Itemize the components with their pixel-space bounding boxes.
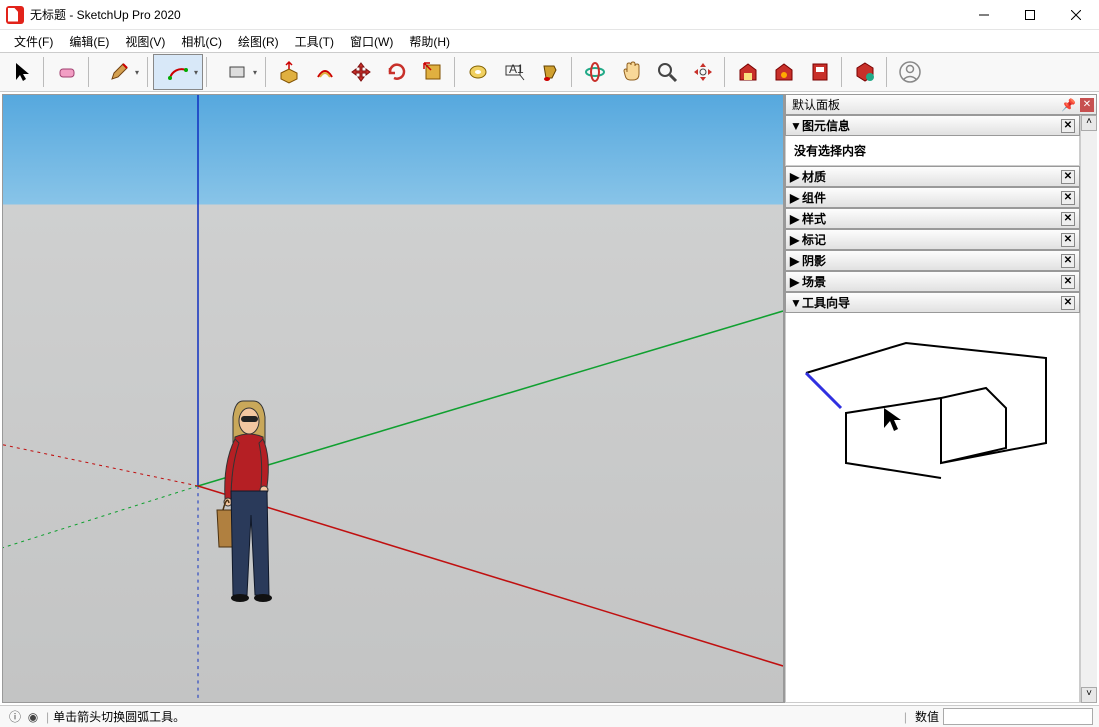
section-close-button[interactable]: ✕	[1061, 275, 1075, 289]
section-scenes[interactable]: ▶场景✕	[785, 271, 1080, 292]
app-icon	[6, 6, 24, 24]
section-materials[interactable]: ▶材质✕	[785, 166, 1080, 187]
zoom-tool[interactable]	[649, 54, 685, 90]
user-account-tool[interactable]	[892, 54, 928, 90]
pin-icon[interactable]: 📌	[1061, 98, 1076, 112]
offset-tool[interactable]	[307, 54, 343, 90]
text-tool[interactable]: A1	[496, 54, 532, 90]
paint-tool[interactable]	[532, 54, 568, 90]
section-label: 图元信息	[802, 117, 850, 134]
status-hint: 单击箭头切换圆弧工具。	[53, 708, 185, 725]
maximize-button[interactable]	[1007, 0, 1053, 30]
scroll-down-button[interactable]: ˅	[1081, 687, 1097, 703]
tray-close-button[interactable]: ✕	[1080, 98, 1094, 112]
section-tags[interactable]: ▶标记✕	[785, 229, 1080, 250]
entity-info-body: 没有选择内容	[785, 136, 1080, 166]
menubar: 文件(F) 编辑(E) 视图(V) 相机(C) 绘图(R) 工具(T) 窗口(W…	[0, 30, 1099, 52]
window-title: 无标题 - SketchUp Pro 2020	[30, 6, 181, 23]
extension-manager-tool[interactable]	[847, 54, 883, 90]
move-tool[interactable]	[343, 54, 379, 90]
pan-tool[interactable]	[613, 54, 649, 90]
extension-warehouse-tool[interactable]	[766, 54, 802, 90]
main-area: 默认面板 📌 ✕ ▼ 图元信息 ✕ 没有选择内容 ▶材质✕	[0, 92, 1099, 705]
expand-icon: ▼	[790, 119, 802, 133]
menu-help[interactable]: 帮助(H)	[401, 31, 458, 52]
section-styles[interactable]: ▶样式✕	[785, 208, 1080, 229]
arc-tool[interactable]	[153, 54, 203, 90]
rotate-tool[interactable]	[379, 54, 415, 90]
section-close-button[interactable]: ✕	[1061, 119, 1075, 133]
select-tool[interactable]	[4, 54, 40, 90]
geo-icon[interactable]: ◉	[24, 710, 42, 724]
minimize-button[interactable]	[961, 0, 1007, 30]
section-entity-info[interactable]: ▼ 图元信息 ✕	[785, 115, 1080, 136]
tray-title-label: 默认面板	[792, 96, 840, 113]
scale-tool[interactable]	[415, 54, 451, 90]
shape-tool[interactable]	[212, 54, 262, 90]
eraser-tool[interactable]	[49, 54, 85, 90]
scale-figure	[213, 395, 293, 605]
menu-camera[interactable]: 相机(C)	[173, 31, 230, 52]
pushpull-tool[interactable]	[271, 54, 307, 90]
warehouse-tool[interactable]	[730, 54, 766, 90]
menu-view[interactable]: 视图(V)	[117, 31, 173, 52]
tray-scrollbar[interactable]: ˄ ˅	[1080, 115, 1097, 703]
menu-window[interactable]: 窗口(W)	[342, 31, 401, 52]
statusbar: ⓘ ◉ | 单击箭头切换圆弧工具。 | 数值	[0, 705, 1099, 727]
section-shadows[interactable]: ▶阴影✕	[785, 250, 1080, 271]
orbit-tool[interactable]	[577, 54, 613, 90]
toolbar: A1	[0, 52, 1099, 92]
close-button[interactable]	[1053, 0, 1099, 30]
svg-text:A1: A1	[509, 62, 524, 76]
zoom-extents-tool[interactable]	[685, 54, 721, 90]
section-components[interactable]: ▶组件✕	[785, 187, 1080, 208]
tape-tool[interactable]	[460, 54, 496, 90]
menu-tools[interactable]: 工具(T)	[287, 31, 342, 52]
section-close-button[interactable]: ✕	[1061, 254, 1075, 268]
menu-edit[interactable]: 编辑(E)	[61, 31, 117, 52]
layout-tool[interactable]	[802, 54, 838, 90]
instructor-body	[785, 313, 1080, 703]
default-tray: 默认面板 📌 ✕ ▼ 图元信息 ✕ 没有选择内容 ▶材质✕	[784, 94, 1097, 703]
vcb-input[interactable]	[943, 708, 1093, 725]
section-close-button[interactable]: ✕	[1061, 233, 1075, 247]
section-close-button[interactable]: ✕	[1061, 296, 1075, 310]
menu-file[interactable]: 文件(F)	[6, 31, 61, 52]
section-close-button[interactable]: ✕	[1061, 191, 1075, 205]
help-icon[interactable]: ⓘ	[6, 708, 24, 725]
entity-info-text: 没有选择内容	[794, 144, 866, 158]
menu-draw[interactable]: 绘图(R)	[230, 31, 287, 52]
scroll-up-button[interactable]: ˄	[1081, 115, 1097, 131]
titlebar: 无标题 - SketchUp Pro 2020	[0, 0, 1099, 30]
viewport-3d[interactable]	[2, 94, 784, 703]
tray-title[interactable]: 默认面板 📌 ✕	[785, 94, 1097, 115]
section-close-button[interactable]: ✕	[1061, 212, 1075, 226]
pencil-tool[interactable]	[94, 54, 144, 90]
section-close-button[interactable]: ✕	[1061, 170, 1075, 184]
vcb-label: 数值	[915, 708, 939, 725]
section-instructor[interactable]: ▼工具向导✕	[785, 292, 1080, 313]
